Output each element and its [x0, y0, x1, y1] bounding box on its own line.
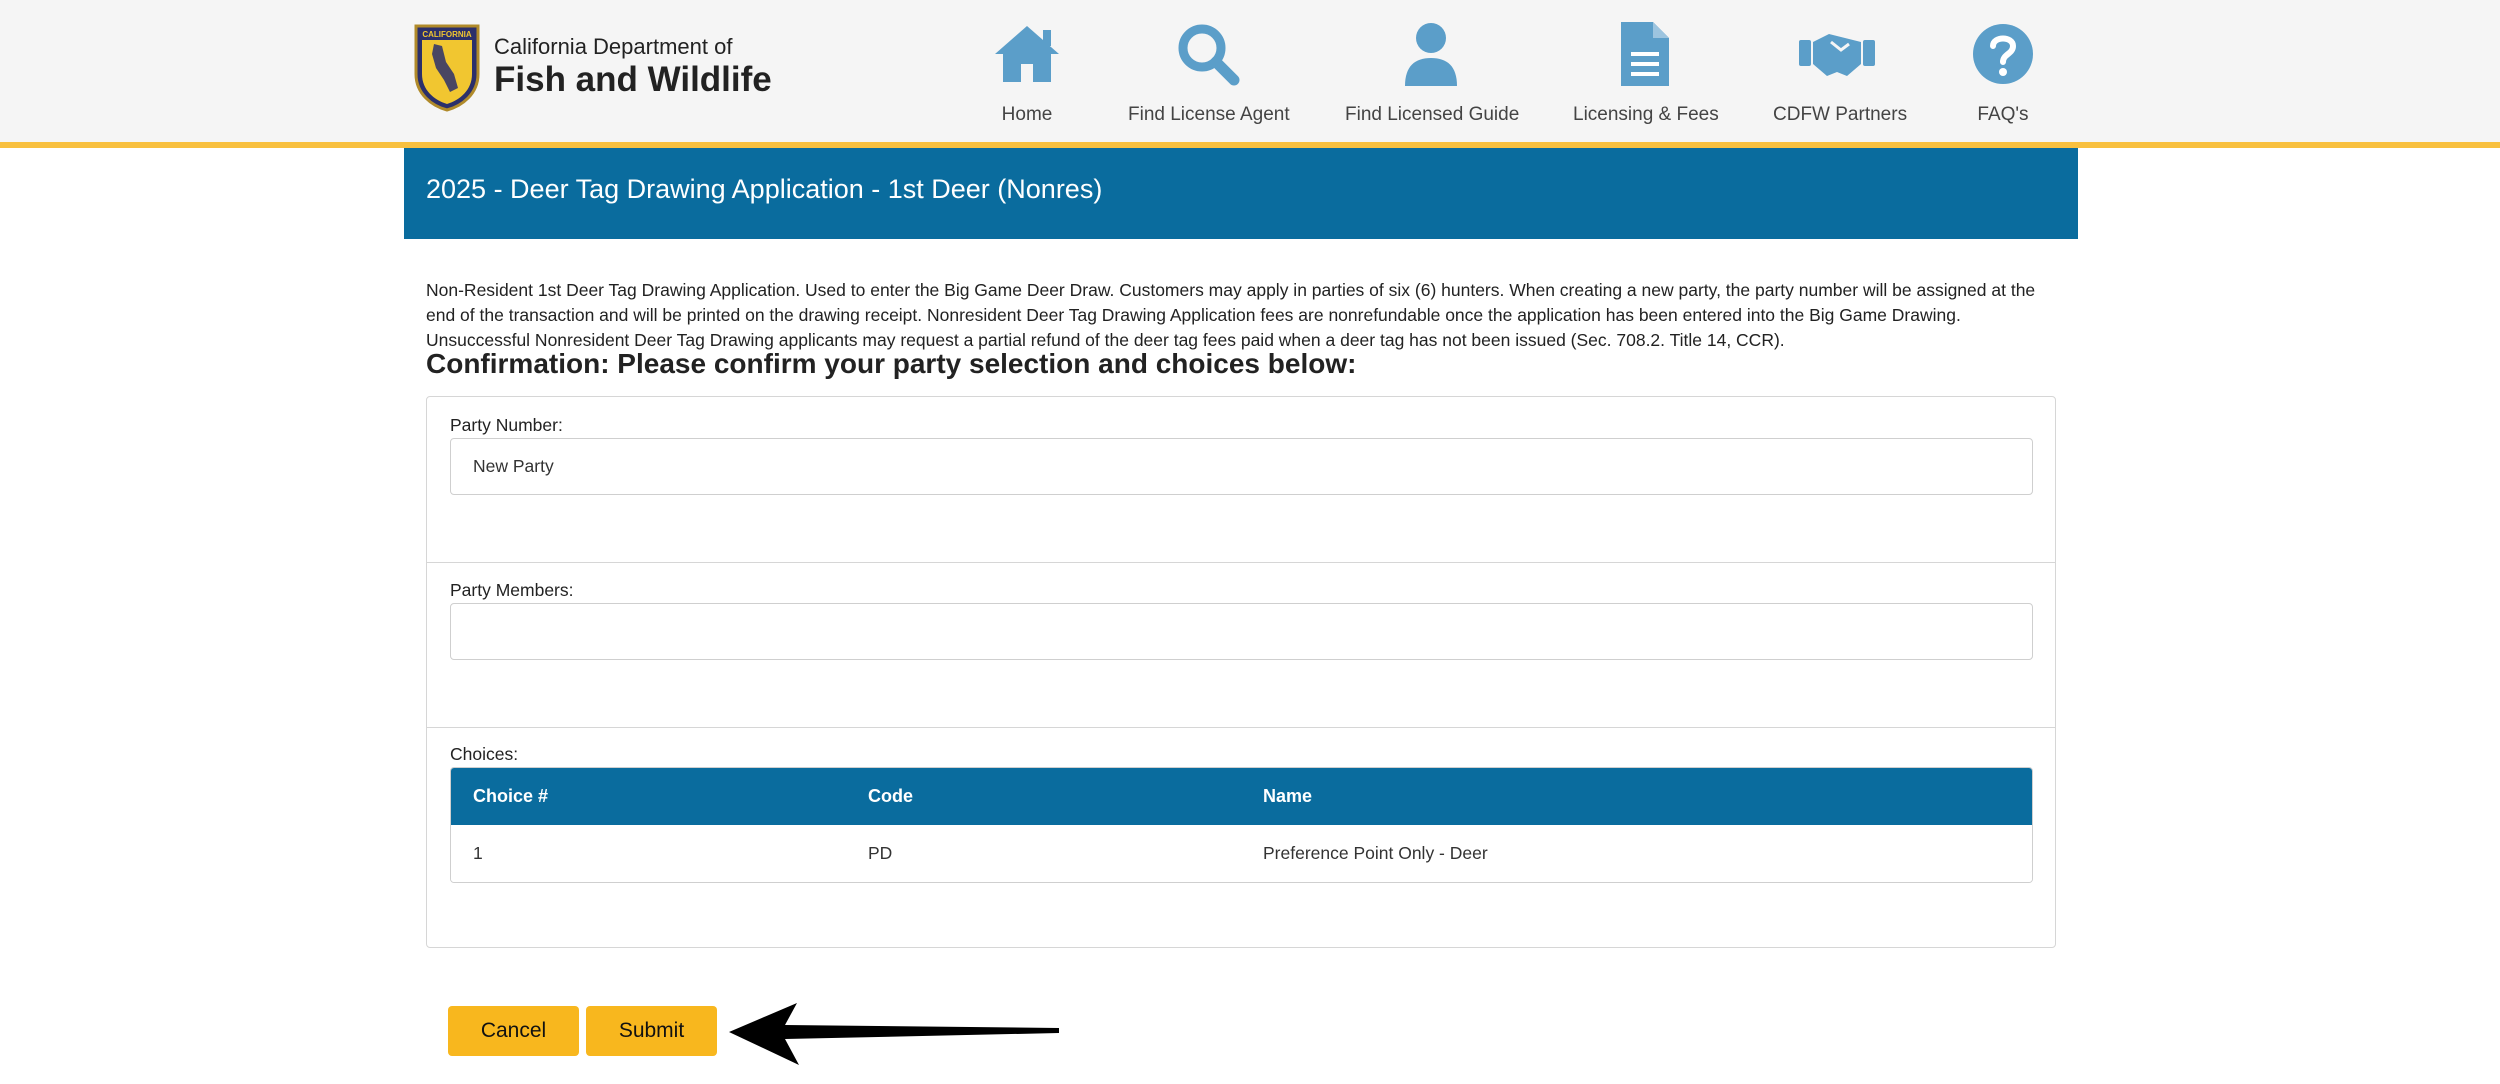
choice-number-cell: 1	[473, 843, 483, 863]
logo-line2: Fish and Wildlife	[494, 60, 772, 100]
choice-name-cell: Preference Point Only - Deer	[1263, 843, 1488, 863]
nav-licensing-fees-label: Licensing & Fees	[1573, 104, 1719, 125]
submit-button[interactable]: Submit	[586, 1006, 717, 1056]
nav-licensing-fees[interactable]: Licensing & Fees	[1573, 20, 1719, 126]
section-divider	[427, 727, 2055, 728]
nav-find-license-agent-label: Find License Agent	[1128, 104, 1290, 125]
party-members-section: Party Members:	[427, 563, 2055, 727]
logo-line1: California Department of	[494, 34, 733, 60]
document-icon	[1621, 22, 1669, 86]
table-row: 1 PD Preference Point Only - Deer	[451, 825, 2032, 882]
nav-home-label: Home	[1001, 104, 1053, 125]
party-number-label: Party Number:	[450, 415, 563, 435]
cdfw-logo-link[interactable]: CALIFORNIA California Department of Fish…	[412, 22, 772, 112]
nav-home[interactable]: Home	[975, 20, 1079, 126]
nav-find-licensed-guide[interactable]: Find Licensed Guide	[1345, 20, 1520, 126]
confirmation-heading: Confirmation: Please confirm your party …	[426, 348, 1357, 379]
confirmation-card: Party Number: New Party Party Members: C…	[426, 396, 2056, 948]
party-members-label: Party Members:	[450, 580, 574, 600]
arrow-pointer-icon	[729, 1003, 1059, 1065]
party-number-section: Party Number: New Party	[427, 397, 2055, 562]
column-header-choice: Choice #	[473, 786, 549, 806]
handshake-icon	[1799, 34, 1875, 76]
choices-table-header: Choice # Code Name	[451, 768, 2032, 825]
nav-cdfw-partners[interactable]: CDFW Partners	[1773, 20, 1908, 126]
home-icon	[995, 26, 1059, 82]
choice-code-cell: PD	[868, 843, 893, 863]
search-icon	[1178, 24, 1240, 86]
question-icon	[1973, 24, 2033, 84]
nav-cdfw-partners-label: CDFW Partners	[1773, 104, 1908, 125]
choices-table: Choice # Code Name 1 PD Preference Point…	[450, 767, 2033, 883]
party-members-field	[450, 603, 2033, 660]
person-icon	[1405, 23, 1457, 86]
column-header-code: Code	[868, 786, 913, 806]
nav-faqs-label: FAQ's	[1977, 104, 2029, 125]
page-title-banner: 2025 - Deer Tag Drawing Application - 1s…	[404, 148, 2078, 239]
nav-find-license-agent[interactable]: Find License Agent	[1128, 20, 1290, 126]
cancel-button[interactable]: Cancel	[448, 1006, 579, 1056]
nav-find-licensed-guide-label: Find Licensed Guide	[1345, 104, 1520, 125]
site-header: CALIFORNIA California Department of Fish…	[0, 0, 2500, 142]
cdfw-badge-icon: CALIFORNIA	[414, 24, 480, 112]
party-number-field: New Party	[450, 438, 2033, 495]
badge-text: CALIFORNIA	[422, 30, 472, 39]
page-title: 2025 - Deer Tag Drawing Application - 1s…	[426, 174, 1103, 204]
column-header-name: Name	[1263, 786, 1313, 806]
nav-faqs[interactable]: FAQ's	[1968, 20, 2038, 126]
choices-label: Choices:	[450, 744, 519, 764]
application-description: Non-Resident 1st Deer Tag Drawing Applic…	[426, 279, 2036, 350]
